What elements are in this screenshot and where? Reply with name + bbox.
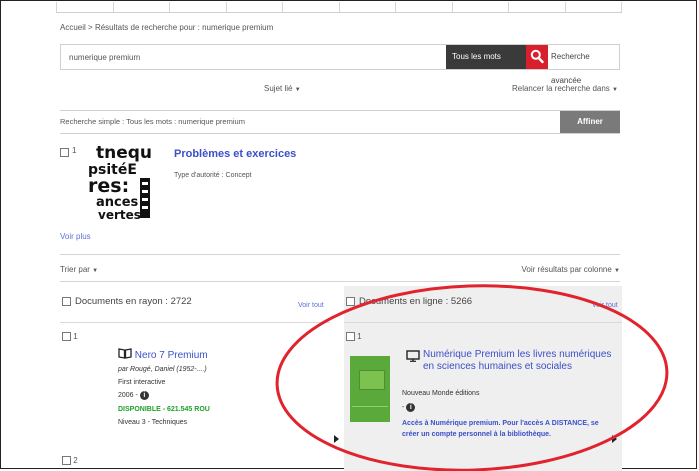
authority-result: 1 tnequ psitéE res: ances vertes Problèm… [60, 142, 620, 222]
cover-word: res: [88, 175, 129, 197]
breadcrumb-home[interactable]: Accueil [60, 23, 86, 32]
authority-checkbox[interactable] [60, 148, 69, 157]
next-item-arrow[interactable] [612, 435, 617, 443]
cover-word: vertes [98, 208, 141, 222]
checkbox[interactable] [346, 332, 355, 342]
results-by-column-label: Voir résultats par colonne [521, 265, 612, 274]
caret-down-icon: ▼ [294, 87, 301, 93]
authority-title-link[interactable]: Problèmes et exercices [174, 148, 296, 160]
search-icon [530, 49, 544, 64]
advanced-search-link[interactable]: Recherche avancée [551, 45, 619, 85]
caret-down-icon: ▼ [614, 268, 620, 274]
sort-label: Trier par [60, 265, 90, 274]
call-number: - 621.545 ROU [160, 406, 210, 413]
caret-down-icon: ▼ [612, 87, 618, 93]
checkbox[interactable] [62, 456, 71, 466]
online-documents-heading: Documents en ligne : 5266 [346, 296, 472, 307]
online-select-all-checkbox[interactable] [346, 296, 355, 306]
access-note: Accès à Numérique premium. Pour l'accès … [402, 420, 599, 438]
breadcrumb-current: Résultats de recherche pour : numerique … [94, 23, 274, 32]
document-title-link[interactable]: Nero 7 Premium [118, 348, 318, 362]
online-documents-column: Documents en ligne : 5266 Voir tout 1 Nu… [344, 286, 622, 471]
search-summary-bar: Recherche simple : Tous les mots : numer… [60, 110, 620, 134]
relaunch-search-label: Relancer la recherche dans [511, 84, 610, 93]
document-year: - i [402, 402, 416, 413]
book-icon [118, 348, 132, 359]
search-button[interactable] [526, 45, 548, 69]
next-item-arrow[interactable] [334, 435, 339, 443]
divider [60, 281, 620, 282]
search-summary-text: Recherche simple : Tous les mots : numer… [60, 117, 245, 126]
monitor-icon [406, 350, 420, 362]
sort-dropdown[interactable]: Trier par ▼ [60, 265, 98, 274]
see-more-link[interactable]: Voir plus [60, 232, 91, 241]
breadcrumb: Accueil > Résultats de recherche pour : … [60, 23, 273, 32]
list-item-checkbox[interactable]: 1 [62, 332, 78, 342]
online-documents-count: Documents en ligne : 5266 [359, 296, 473, 307]
divider [60, 322, 330, 323]
document-title-link[interactable]: Numérique Premium les livres numériques … [423, 349, 613, 373]
authority-type: Type d'autorité : Concept [174, 172, 252, 179]
divider [60, 254, 620, 255]
list-item-number: 1 [357, 332, 362, 341]
list-item-number: 1 [73, 332, 78, 341]
divider [344, 322, 622, 323]
cover-word: tnequ [96, 144, 152, 163]
breadcrumb-separator: > [88, 23, 93, 32]
document-year-text: - [402, 404, 405, 411]
shelf-documents-heading: Documents en rayon : 2722 [62, 296, 192, 307]
checkbox[interactable] [62, 332, 71, 342]
document-title: Nero 7 Premium [134, 350, 208, 361]
document-publisher: Nouveau Monde éditions [402, 390, 480, 397]
document-year-text: 2006 - [118, 392, 138, 399]
shelf-documents-count: Documents en rayon : 2722 [75, 296, 192, 307]
search-mode-select[interactable]: Tous les mots [446, 45, 526, 69]
authority-cover-image: tnequ psitéE res: ances vertes [84, 144, 154, 222]
document-year: 2006 - i [118, 390, 149, 401]
authority-number: 1 [72, 146, 77, 155]
shelf-documents-column: Documents en rayon : 2722 Voir tout 1 Ne… [60, 286, 339, 471]
document-publisher: First interactive [118, 379, 166, 386]
info-icon[interactable]: i [139, 390, 149, 400]
document-availability: DISPONIBLE - 621.545 ROU [118, 404, 210, 415]
list-item-number: 2 [73, 456, 78, 465]
document-level: Niveau 3 - Techniques [118, 419, 188, 426]
availability-status: DISPONIBLE [118, 406, 161, 413]
results-by-column-dropdown[interactable]: Voir résultats par colonne ▼ [522, 265, 620, 274]
online-see-all-link[interactable]: Voir tout [592, 302, 618, 309]
main-content: Accueil > Résultats de recherche pour : … [56, 0, 622, 471]
refine-button[interactable]: Affiner [560, 111, 620, 133]
shelf-see-all-link[interactable]: Voir tout [298, 302, 324, 309]
document-cover-image [350, 356, 390, 422]
shelf-select-all-checkbox[interactable] [62, 296, 71, 306]
search-input[interactable] [61, 45, 446, 69]
search-bar: Tous les mots Recherche avancée [60, 44, 620, 85]
info-icon[interactable]: i [406, 402, 416, 412]
list-item-checkbox[interactable]: 1 [346, 332, 362, 342]
document-author: par Rougé, Daniel (1952-....) [118, 366, 207, 373]
relaunch-search-filter[interactable]: Relancer la recherche dans ▼ [512, 84, 618, 93]
caret-down-icon: ▼ [92, 268, 99, 274]
subject-filter[interactable]: Sujet lié ▼ [264, 84, 301, 93]
subject-filter-label: Sujet lié [264, 84, 293, 93]
list-item-checkbox[interactable]: 2 [62, 456, 78, 466]
